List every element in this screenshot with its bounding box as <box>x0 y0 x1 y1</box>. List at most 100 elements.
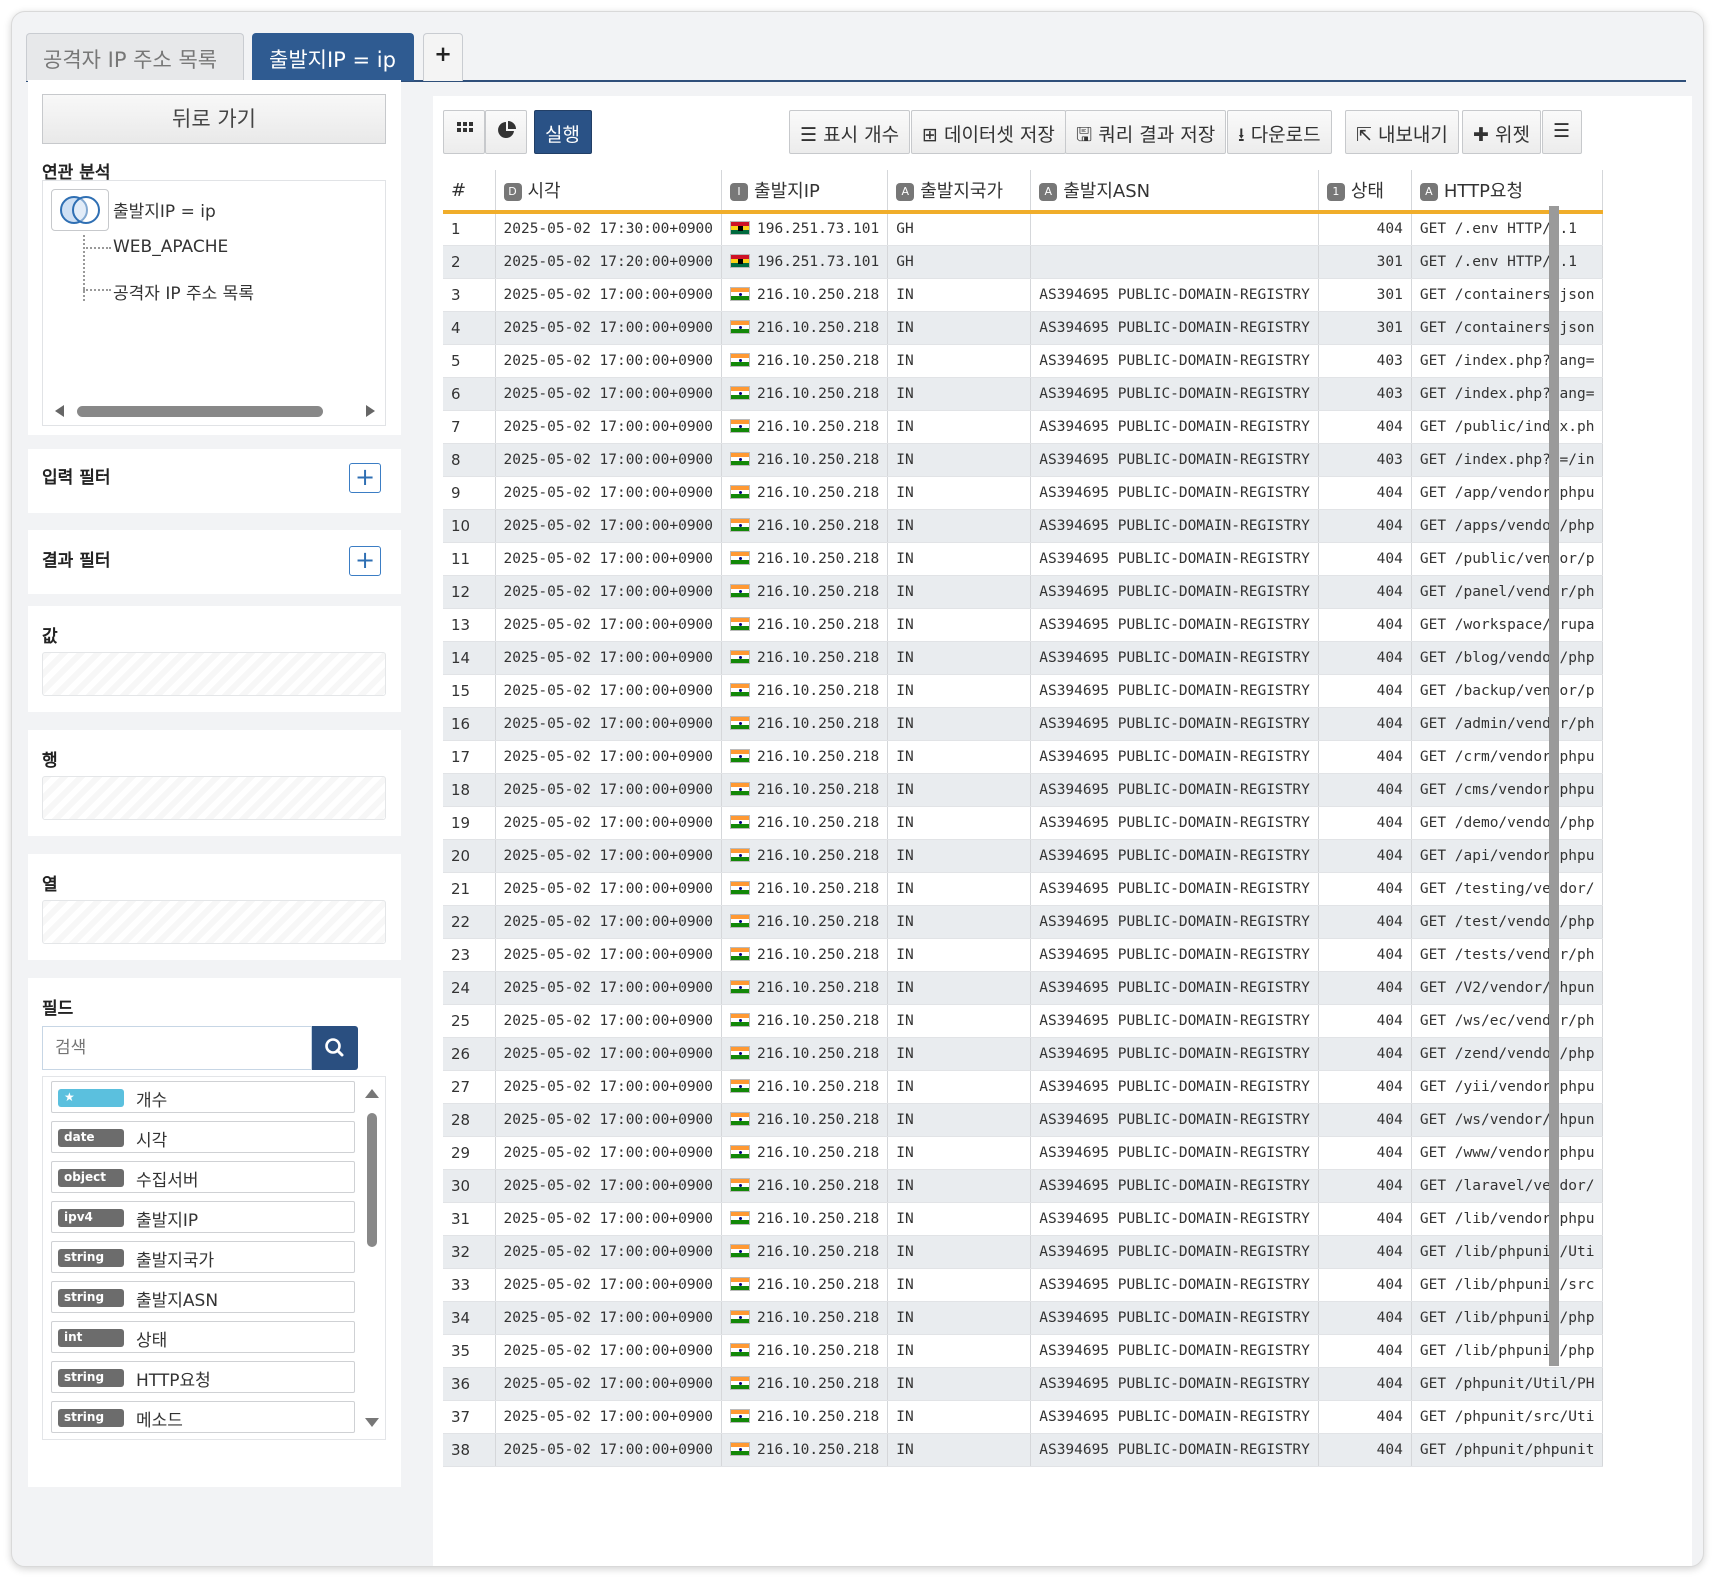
table-row[interactable]: 31 2025-05-02 17:00:00+0900 216.10.250.218… <box>443 1202 1604 1236</box>
scroll-up-icon[interactable] <box>365 1089 379 1098</box>
cell-time: 2025-05-02 17:00:00+0900 <box>495 1169 723 1203</box>
chart-view-button[interactable] <box>485 110 527 154</box>
cell-asn: AS394695 PUBLIC-DOMAIN-REGISTRY <box>1030 1433 1319 1467</box>
field-search-button[interactable] <box>312 1026 358 1070</box>
row-dropzone[interactable] <box>42 776 386 820</box>
table-row[interactable]: 33 2025-05-02 17:00:00+0900 216.10.250.218… <box>443 1268 1604 1302</box>
column-header-status[interactable]: 1 상태 <box>1318 170 1412 214</box>
field-search-input[interactable] <box>42 1026 312 1070</box>
scroll-left-icon[interactable] <box>55 405 64 417</box>
add-input-filter-button[interactable]: + <box>349 463 381 493</box>
download-button[interactable]: ⭳ 다운로드 <box>1227 110 1332 154</box>
cell-index: 32 <box>443 1235 496 1269</box>
table-row[interactable]: 4 2025-05-02 17:00:00+0900 216.10.250.218 I… <box>443 311 1604 345</box>
field-item-method[interactable]: string 메소드 <box>51 1401 355 1433</box>
field-item-http-request[interactable]: string HTTP요청 <box>51 1361 355 1393</box>
tab-attacker-ip-list[interactable]: 공격자 IP 주소 목록 <box>26 33 244 81</box>
table-row[interactable]: 15 2025-05-02 17:00:00+0900 216.10.250.218… <box>443 674 1604 708</box>
menu-button[interactable]: ☰ <box>1542 110 1582 154</box>
tab-source-ip[interactable]: 출발지IP = ip <box>252 33 414 81</box>
column-header-source-asn[interactable]: A 출발지ASN <box>1030 170 1319 214</box>
table-row[interactable]: 9 2025-05-02 17:00:00+0900 216.10.250.218 I… <box>443 476 1604 510</box>
scroll-thumb[interactable] <box>1549 206 1559 1366</box>
cell-index: 18 <box>443 773 496 807</box>
column-header-http-request[interactable]: A HTTP요청 <box>1411 170 1604 214</box>
table-row[interactable]: 32 2025-05-02 17:00:00+0900 216.10.250.218… <box>443 1235 1604 1269</box>
field-item-time[interactable]: date 시각 <box>51 1121 355 1153</box>
scroll-down-icon[interactable] <box>365 1418 379 1427</box>
tree-root[interactable]: 출발지IP = ip <box>113 197 216 222</box>
table-row[interactable]: 6 2025-05-02 17:00:00+0900 216.10.250.218 I… <box>443 377 1604 411</box>
tree-child-web-apache[interactable]: WEB_APACHE <box>113 237 228 257</box>
save-dataset-button[interactable]: ⊞ 데이터셋 저장 <box>911 110 1066 154</box>
field-item-status[interactable]: int 상태 <box>51 1321 355 1353</box>
display-count-button[interactable]: ☰ 표시 개수 <box>789 110 911 154</box>
table-row[interactable]: 5 2025-05-02 17:00:00+0900 216.10.250.218 I… <box>443 344 1604 378</box>
table-row[interactable]: 23 2025-05-02 17:00:00+0900 216.10.250.218… <box>443 938 1604 972</box>
save-query-result-button[interactable]: 🖫 쿼리 결과 저장 <box>1065 110 1227 154</box>
add-result-filter-button[interactable]: + <box>349 546 381 576</box>
cell-http-request: GET /admin/vendor/ph <box>1411 707 1604 741</box>
table-row[interactable]: 11 2025-05-02 17:00:00+0900 216.10.250.218… <box>443 542 1604 576</box>
column-dropzone[interactable] <box>42 900 386 944</box>
field-list-scrollbar[interactable] <box>363 1083 381 1433</box>
table-row[interactable]: 34 2025-05-02 17:00:00+0900 216.10.250.218… <box>443 1301 1604 1335</box>
table-row[interactable]: 10 2025-05-02 17:00:00+0900 216.10.250.218… <box>443 509 1604 543</box>
flag-icon <box>730 583 751 598</box>
table-row[interactable]: 26 2025-05-02 17:00:00+0900 216.10.250.218… <box>443 1037 1604 1071</box>
widget-button[interactable]: ✚ 위젯 <box>1462 110 1541 154</box>
field-item-collector[interactable]: object 수집서버 <box>51 1161 355 1193</box>
list-icon: ☰ <box>800 124 818 146</box>
table-row[interactable]: 29 2025-05-02 17:00:00+0900 216.10.250.218… <box>443 1136 1604 1170</box>
field-item-source-country[interactable]: string 출발지국가 <box>51 1241 355 1273</box>
back-button[interactable]: 뒤로 가기 <box>42 94 386 144</box>
tree-connector <box>83 235 85 301</box>
run-button[interactable]: 실행 <box>534 110 592 154</box>
table-row[interactable]: 20 2025-05-02 17:00:00+0900 216.10.250.218… <box>443 839 1604 873</box>
tree-child-attacker-ip-list[interactable]: 공격자 IP 주소 목록 <box>113 279 254 304</box>
table-row[interactable]: 24 2025-05-02 17:00:00+0900 216.10.250.218… <box>443 971 1604 1005</box>
field-item-source-ip[interactable]: ipv4 출발지IP <box>51 1201 355 1233</box>
table-row[interactable]: 17 2025-05-02 17:00:00+0900 216.10.250.218… <box>443 740 1604 774</box>
button-label: 쿼리 결과 저장 <box>1098 124 1216 146</box>
flag-icon <box>730 517 751 532</box>
table-row[interactable]: 3 2025-05-02 17:00:00+0900 216.10.250.218 I… <box>443 278 1604 312</box>
column-header-index[interactable]: # <box>443 170 496 214</box>
cell-asn: AS394695 PUBLIC-DOMAIN-REGISTRY <box>1030 1136 1319 1170</box>
field-item-source-asn[interactable]: string 출발지ASN <box>51 1281 355 1313</box>
table-row[interactable]: 25 2025-05-02 17:00:00+0900 216.10.250.218… <box>443 1004 1604 1038</box>
table-row[interactable]: 2 2025-05-02 17:20:00+0900 196.251.73.101 G… <box>443 245 1604 279</box>
scroll-thumb[interactable] <box>367 1113 377 1247</box>
table-row[interactable]: 12 2025-05-02 17:00:00+0900 216.10.250.218… <box>443 575 1604 609</box>
scroll-thumb[interactable] <box>77 406 323 417</box>
table-scrollbar[interactable] <box>1545 206 1559 1456</box>
horizontal-scrollbar[interactable] <box>55 403 375 419</box>
column-header-source-ip[interactable]: I 출발지IP <box>721 170 889 214</box>
table-row[interactable]: 35 2025-05-02 17:00:00+0900 216.10.250.218… <box>443 1334 1604 1368</box>
value-dropzone[interactable] <box>42 652 386 696</box>
table-row[interactable]: 22 2025-05-02 17:00:00+0900 216.10.250.218… <box>443 905 1604 939</box>
field-item-count[interactable]: ★ 개수 <box>51 1081 355 1113</box>
table-row[interactable]: 37 2025-05-02 17:00:00+0900 216.10.250.218… <box>443 1400 1604 1434</box>
table-row[interactable]: 36 2025-05-02 17:00:00+0900 216.10.250.218… <box>443 1367 1604 1401</box>
column-header-time[interactable]: D 시각 <box>495 170 723 214</box>
table-row[interactable]: 7 2025-05-02 17:00:00+0900 216.10.250.218 I… <box>443 410 1604 444</box>
table-row[interactable]: 16 2025-05-02 17:00:00+0900 216.10.250.218… <box>443 707 1604 741</box>
table-row[interactable]: 8 2025-05-02 17:00:00+0900 216.10.250.218 I… <box>443 443 1604 477</box>
table-row[interactable]: 30 2025-05-02 17:00:00+0900 216.10.250.218… <box>443 1169 1604 1203</box>
table-row[interactable]: 19 2025-05-02 17:00:00+0900 216.10.250.218… <box>443 806 1604 840</box>
add-tab-button[interactable]: + <box>423 33 463 81</box>
table-row[interactable]: 27 2025-05-02 17:00:00+0900 216.10.250.218… <box>443 1070 1604 1104</box>
scroll-right-icon[interactable] <box>366 405 375 417</box>
cell-source-ip: 216.10.250.218 <box>721 905 889 939</box>
table-row[interactable]: 38 2025-05-02 17:00:00+0900 216.10.250.218… <box>443 1433 1604 1467</box>
table-row[interactable]: 13 2025-05-02 17:00:00+0900 216.10.250.218… <box>443 608 1604 642</box>
table-row[interactable]: 21 2025-05-02 17:00:00+0900 216.10.250.218… <box>443 872 1604 906</box>
table-row[interactable]: 1 2025-05-02 17:30:00+0900 196.251.73.101 G… <box>443 212 1604 246</box>
table-row[interactable]: 18 2025-05-02 17:00:00+0900 216.10.250.218… <box>443 773 1604 807</box>
table-row[interactable]: 28 2025-05-02 17:00:00+0900 216.10.250.218… <box>443 1103 1604 1137</box>
grid-view-button[interactable] <box>443 110 485 154</box>
table-row[interactable]: 14 2025-05-02 17:00:00+0900 216.10.250.218… <box>443 641 1604 675</box>
column-header-source-country[interactable]: A 출발지국가 <box>887 170 1032 214</box>
export-button[interactable]: ⇱ 내보내기 <box>1345 110 1459 154</box>
